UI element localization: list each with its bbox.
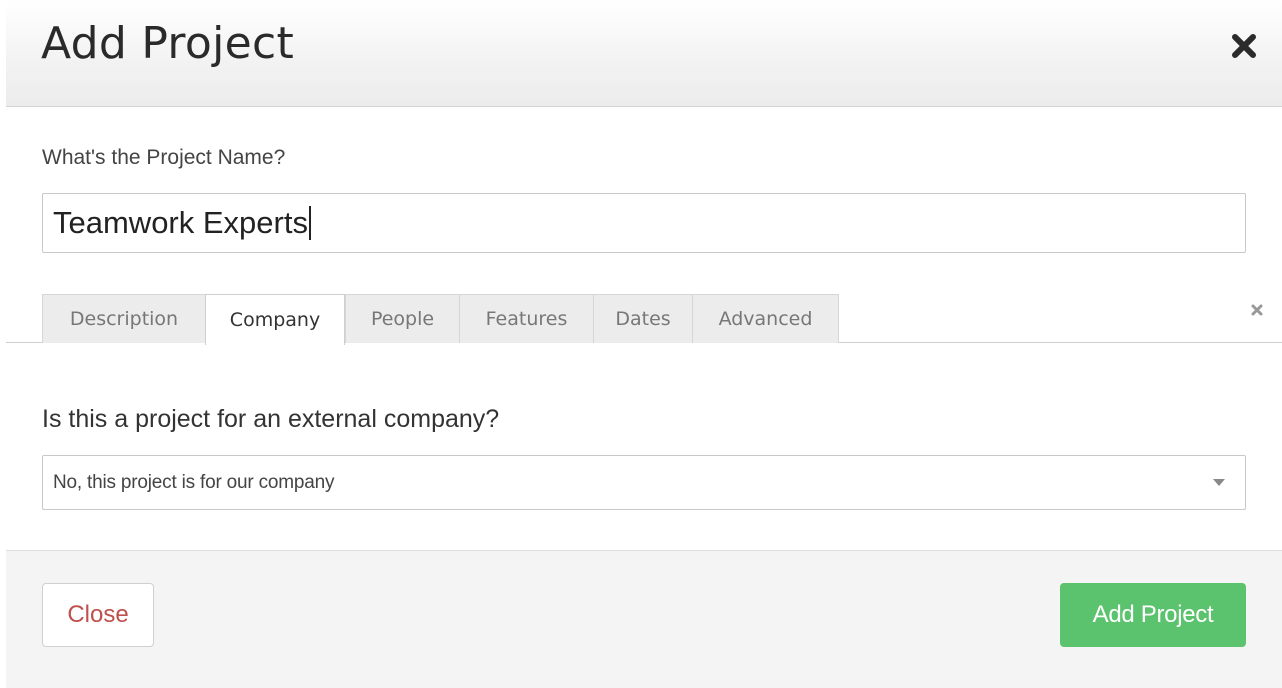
modal-close-button[interactable] — [1224, 26, 1264, 66]
add-project-button[interactable]: Add Project — [1060, 583, 1246, 647]
project-tabs: Description Company People Features Date… — [6, 293, 1282, 345]
tab-description-label: Description — [69, 308, 179, 330]
tab-people[interactable]: People — [345, 294, 460, 343]
tab-dates[interactable]: Dates — [593, 294, 693, 343]
modal-header: Add Project — [6, 0, 1282, 107]
modal-title: Add Project — [41, 18, 295, 69]
project-name-label: What's the Project Name? — [42, 146, 286, 169]
close-x-icon — [1232, 34, 1256, 58]
tab-features-label: Features — [485, 308, 568, 330]
add-project-modal: Add Project What's the Project Name? Tea… — [0, 0, 1282, 688]
close-button[interactable]: Close — [42, 583, 154, 647]
tab-advanced-label: Advanced — [718, 308, 813, 330]
tab-people-label: People — [370, 308, 435, 330]
modal-footer: Close Add Project — [6, 550, 1282, 688]
tab-features[interactable]: Features — [459, 294, 594, 343]
tabs-close-button[interactable] — [1246, 299, 1268, 321]
project-name-input[interactable]: Teamwork Experts — [42, 193, 1246, 253]
text-caret — [308, 206, 311, 240]
tab-advanced[interactable]: Advanced — [692, 294, 839, 343]
tab-description[interactable]: Description — [42, 294, 206, 343]
tab-company[interactable]: Company — [205, 294, 345, 345]
project-name-value: Teamwork Experts — [53, 205, 308, 240]
caret-down-icon — [1213, 479, 1225, 486]
tab-company-label: Company — [229, 309, 321, 331]
external-company-question: Is this a project for an external compan… — [42, 405, 500, 433]
company-select-value: No, this project is for our company — [53, 471, 335, 493]
close-x-icon — [1251, 304, 1263, 316]
tab-dates-label: Dates — [615, 308, 671, 330]
company-select[interactable]: No, this project is for our company — [42, 455, 1246, 510]
